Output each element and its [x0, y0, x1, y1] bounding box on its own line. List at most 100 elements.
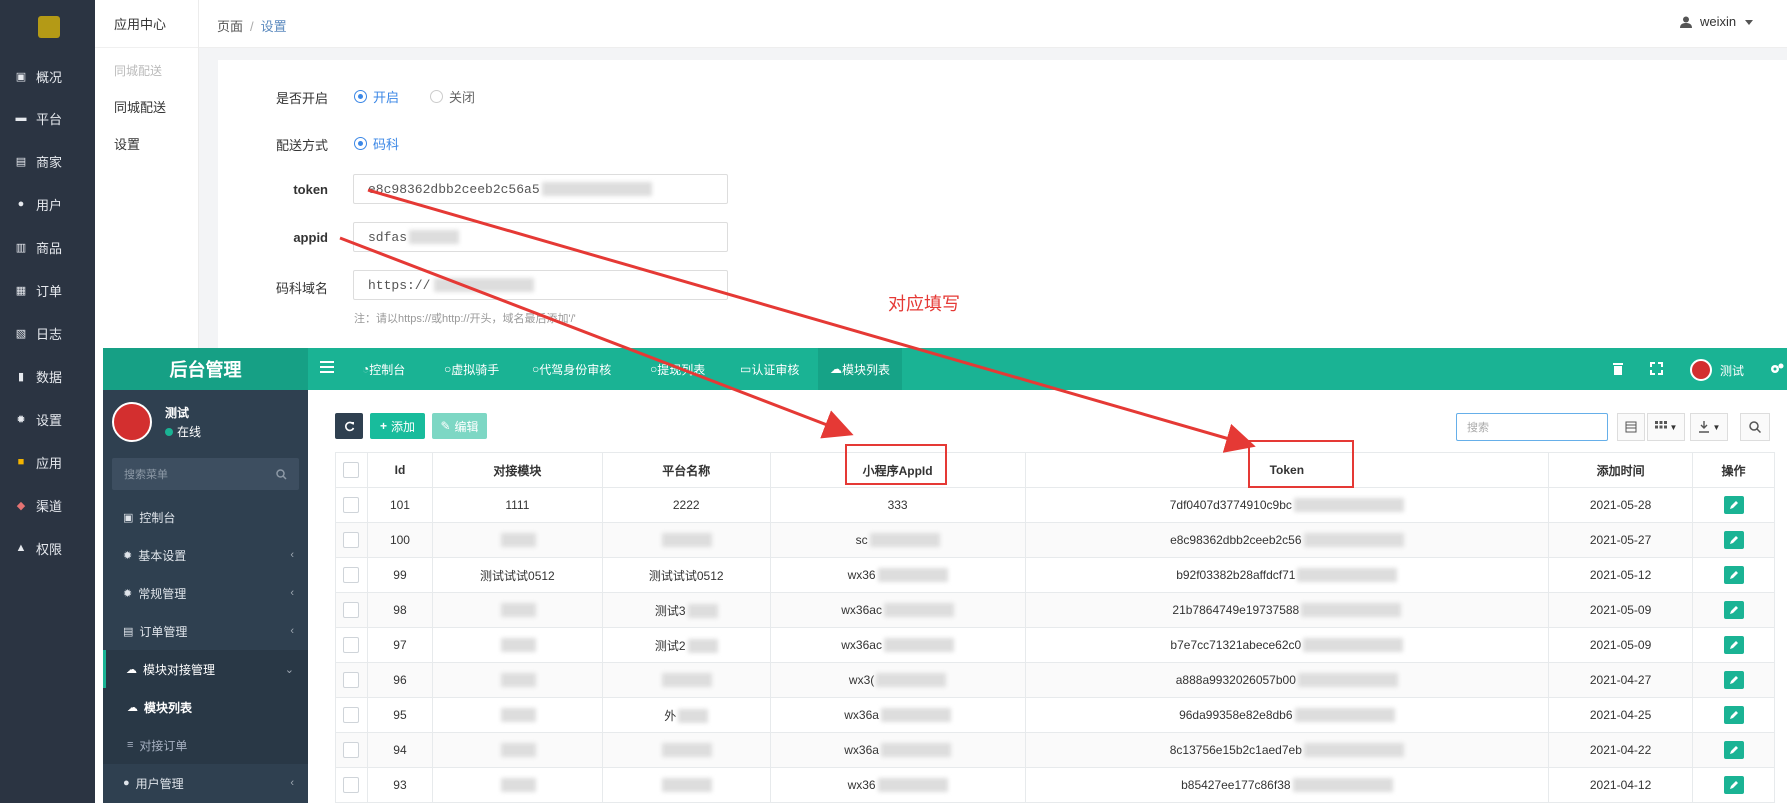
user-menu[interactable]: weixin	[1680, 14, 1754, 29]
rail-item-1[interactable]: ▬ 平台	[0, 98, 95, 138]
rail-item-3[interactable]: ● 用户	[0, 184, 95, 224]
topnav-item-2[interactable]: ○ 代驾身份审核	[520, 348, 623, 390]
col-id[interactable]: Id	[366, 452, 433, 488]
sidebar-item-5[interactable]: ☁ 模块列表	[103, 688, 308, 726]
sidebar-item-3[interactable]: ▤ 订单管理 ‹	[103, 612, 308, 650]
row-checkbox[interactable]	[343, 567, 360, 583]
cell-actions[interactable]	[1692, 557, 1775, 593]
sidebar-item-1[interactable]: ✹ 基本设置 ‹	[103, 536, 308, 574]
token-input[interactable]: e8c98362dbb2ceeb2c56a5	[353, 174, 728, 204]
trash-icon[interactable]	[1612, 362, 1624, 378]
col-module[interactable]: 对接模块	[431, 452, 603, 488]
select-all-checkbox[interactable]	[343, 462, 360, 478]
menu-search-input[interactable]: 搜索菜单	[112, 458, 299, 490]
rail-item-4[interactable]: ▥ 商品	[0, 227, 95, 267]
table-row[interactable]: 95 外 wx36a 96da99358e82e8db6 2021-04-25	[335, 697, 1775, 733]
cell-select[interactable]	[335, 732, 368, 768]
cell-select[interactable]	[335, 557, 368, 593]
select-all-cell[interactable]	[335, 452, 368, 488]
sub-nav-item-delivery[interactable]: 同城配送	[95, 97, 198, 116]
row-edit-button[interactable]	[1723, 601, 1744, 619]
row-edit-button[interactable]	[1723, 671, 1744, 689]
table-search-input[interactable]: 搜索	[1456, 413, 1608, 441]
enable-on-radio[interactable]: 开启	[354, 87, 399, 106]
cell-select[interactable]	[335, 662, 368, 698]
table-row[interactable]: 99 测试试试0512 测试试试0512 wx36 b92f03382b28affdcf…	[335, 557, 1775, 593]
domain-input[interactable]: https://	[353, 270, 728, 300]
topnav-item-3[interactable]: ○ 提现列表	[638, 348, 717, 390]
rail-item-7[interactable]: ▮ 数据	[0, 356, 95, 396]
col-platform[interactable]: 平台名称	[601, 452, 771, 488]
breadcrumb-root[interactable]: 页面	[217, 19, 243, 34]
appid-input[interactable]: sdfas	[353, 222, 728, 252]
cell-select[interactable]	[335, 487, 368, 523]
row-checkbox[interactable]	[343, 532, 360, 548]
topnav-item-5[interactable]: ☁ 模块列表	[818, 348, 903, 390]
rail-item-2[interactable]: ▤ 商家	[0, 141, 95, 181]
row-edit-button[interactable]	[1723, 706, 1744, 724]
menu-toggle-icon[interactable]	[320, 361, 334, 376]
sidebar-item-7[interactable]: ● 用户管理 ‹	[103, 764, 308, 802]
cell-actions[interactable]	[1692, 522, 1775, 558]
row-checkbox[interactable]	[343, 637, 360, 653]
row-checkbox[interactable]	[343, 602, 360, 618]
rail-item-11[interactable]: ▲ 权限	[0, 528, 95, 568]
admin-avatar[interactable]	[1690, 359, 1712, 381]
cell-select[interactable]	[335, 627, 368, 663]
cell-actions[interactable]	[1692, 592, 1775, 628]
cell-actions[interactable]	[1692, 662, 1775, 698]
row-checkbox[interactable]	[343, 497, 360, 513]
sidebar-item-0[interactable]: ▣ 控制台	[103, 498, 308, 536]
col-time[interactable]: 添加时间	[1548, 452, 1694, 488]
sidebar-item-4[interactable]: ☁ 模块对接管理 ⌄	[103, 650, 308, 688]
cell-select[interactable]	[335, 522, 368, 558]
row-checkbox[interactable]	[343, 742, 360, 758]
sidebar-item-2[interactable]: ✹ 常规管理 ‹	[103, 574, 308, 612]
method-radio[interactable]: 码科	[354, 134, 399, 153]
row-edit-button[interactable]	[1723, 531, 1744, 549]
fullscreen-icon[interactable]	[1650, 362, 1663, 378]
toggle-view-button[interactable]	[1617, 413, 1645, 441]
edit-button[interactable]: ✎ 编辑	[432, 413, 487, 439]
refresh-button[interactable]	[335, 413, 363, 439]
table-row[interactable]: 93 wx36 b85427ee177c86f38 2021-04-12	[335, 767, 1775, 803]
add-button[interactable]: + 添加	[370, 413, 425, 439]
enable-off-radio[interactable]: 关闭	[430, 87, 475, 106]
cell-select[interactable]	[335, 697, 368, 733]
rail-item-0[interactable]: ▣ 概况	[0, 56, 95, 96]
search-button[interactable]	[1740, 413, 1770, 441]
table-row[interactable]: 94 wx36a 8c13756e15b2c1aed7eb 2021-04-22	[335, 732, 1775, 768]
row-edit-button[interactable]	[1723, 496, 1744, 514]
columns-button[interactable]: ▼	[1647, 413, 1685, 441]
export-button[interactable]: ▼	[1690, 413, 1728, 441]
row-edit-button[interactable]	[1723, 776, 1744, 794]
cell-select[interactable]	[335, 767, 368, 803]
table-row[interactable]: 97 测试2 wx36ac b7e7cc71321abece62c0 2021-05-0…	[335, 627, 1775, 663]
cell-actions[interactable]	[1692, 697, 1775, 733]
cell-actions[interactable]	[1692, 487, 1775, 523]
topnav-item-0[interactable]: ◔ 控制台	[350, 348, 417, 390]
table-row[interactable]: 100 sc e8c98362dbb2ceeb2c56 2021-05-27	[335, 522, 1775, 558]
topnav-item-4[interactable]: ▭ 认证审核	[728, 348, 811, 390]
row-checkbox[interactable]	[343, 777, 360, 793]
sub-nav-item-settings[interactable]: 设置	[95, 134, 198, 153]
table-row[interactable]: 101 1111 2222 333 7df0407d3774910c9bc 2021-05…	[335, 487, 1775, 523]
admin-user-label[interactable]: 测试	[1720, 362, 1744, 379]
rail-item-5[interactable]: ▦ 订单	[0, 270, 95, 310]
cell-select[interactable]	[335, 592, 368, 628]
topnav-item-1[interactable]: ○ 虚拟骑手	[432, 348, 511, 390]
row-edit-button[interactable]	[1723, 566, 1744, 584]
cogs-icon[interactable]	[1770, 362, 1784, 378]
cell-actions[interactable]	[1692, 767, 1775, 803]
sidebar-item-6[interactable]: ≡ 对接订单	[103, 726, 308, 764]
rail-item-6[interactable]: ▧ 日志	[0, 313, 95, 353]
rail-item-8[interactable]: ✹ 设置	[0, 399, 95, 439]
rail-item-9[interactable]: ■ 应用	[0, 442, 95, 482]
table-row[interactable]: 98 测试3 wx36ac 21b7864749e19737588 2021-05-09	[335, 592, 1775, 628]
row-checkbox[interactable]	[343, 672, 360, 688]
row-checkbox[interactable]	[343, 707, 360, 723]
row-edit-button[interactable]	[1723, 741, 1744, 759]
rail-item-10[interactable]: ◆ 渠道	[0, 485, 95, 525]
table-row[interactable]: 96 wx3(a888a9932026057b00 2021-04-27	[335, 662, 1775, 698]
cell-actions[interactable]	[1692, 627, 1775, 663]
